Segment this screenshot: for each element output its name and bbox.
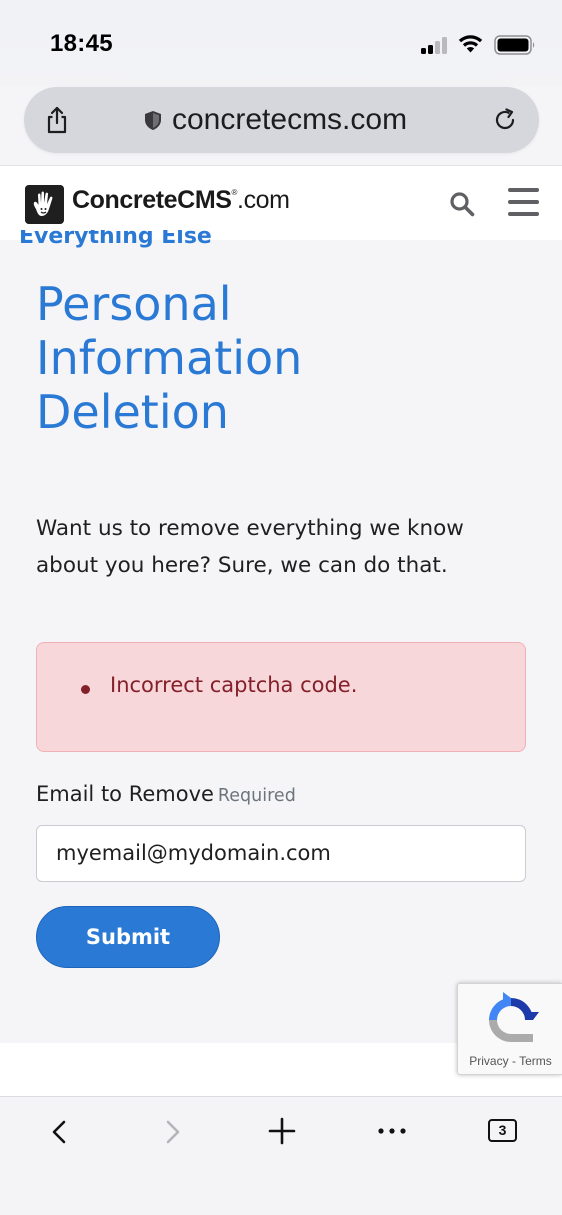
new-tab-icon[interactable] bbox=[268, 1117, 296, 1145]
shield-icon bbox=[145, 111, 161, 130]
submit-button[interactable]: Submit bbox=[36, 906, 220, 968]
reload-icon[interactable] bbox=[492, 107, 518, 133]
status-time: 18:45 bbox=[50, 30, 113, 57]
logo-suffix: .com bbox=[237, 186, 290, 214]
bullet-icon bbox=[81, 685, 90, 694]
breadcrumb[interactable]: Everything Else bbox=[19, 230, 319, 254]
status-bar: 18:45 bbox=[0, 0, 562, 86]
breadcrumb-label[interactable]: Everything Else bbox=[19, 230, 212, 249]
site-header: ConcreteCMS®.com bbox=[0, 165, 562, 240]
logo-name: ConcreteCMS bbox=[72, 186, 232, 214]
intro-text: Want us to remove everything we know abo… bbox=[36, 516, 464, 578]
page-title: Personal Information Deletion bbox=[36, 277, 303, 439]
email-label: Email to Remove Required bbox=[36, 782, 296, 806]
recaptcha-separator: - bbox=[508, 1054, 520, 1068]
url-text[interactable]: concretecms.com bbox=[172, 103, 407, 137]
recaptcha-icon bbox=[489, 992, 539, 1042]
wifi-icon bbox=[458, 35, 483, 53]
browser-toolbar: 3 bbox=[0, 1096, 562, 1215]
more-icon[interactable] bbox=[376, 1127, 408, 1135]
recaptcha-badge[interactable]: Privacy - Terms bbox=[457, 983, 562, 1075]
recaptcha-privacy-link[interactable]: Privacy bbox=[469, 1054, 508, 1068]
concrete-logo-icon[interactable] bbox=[25, 185, 64, 224]
required-indicator: Required bbox=[217, 786, 296, 806]
logo-registered: ® bbox=[231, 187, 238, 197]
menu-icon[interactable] bbox=[508, 188, 539, 217]
site-logo[interactable]: ConcreteCMS®.com bbox=[72, 186, 290, 215]
error-alert: Incorrect captcha code. bbox=[36, 642, 526, 752]
email-label-text: Email to Remove bbox=[36, 782, 214, 806]
address-bar[interactable]: concretecms.com bbox=[24, 87, 539, 153]
battery-icon bbox=[494, 35, 535, 55]
share-icon[interactable] bbox=[44, 106, 70, 134]
recaptcha-links: Privacy - Terms bbox=[458, 1054, 562, 1068]
back-icon[interactable] bbox=[48, 1119, 72, 1145]
forward-icon[interactable] bbox=[160, 1119, 184, 1145]
recaptcha-terms-link[interactable]: Terms bbox=[519, 1054, 552, 1068]
error-message: Incorrect captcha code. bbox=[110, 673, 358, 697]
tabs-icon[interactable]: 3 bbox=[488, 1119, 517, 1142]
signal-icon bbox=[421, 36, 449, 54]
email-field[interactable]: myemail@mydomain.com bbox=[36, 825, 526, 882]
search-icon[interactable] bbox=[449, 191, 475, 217]
